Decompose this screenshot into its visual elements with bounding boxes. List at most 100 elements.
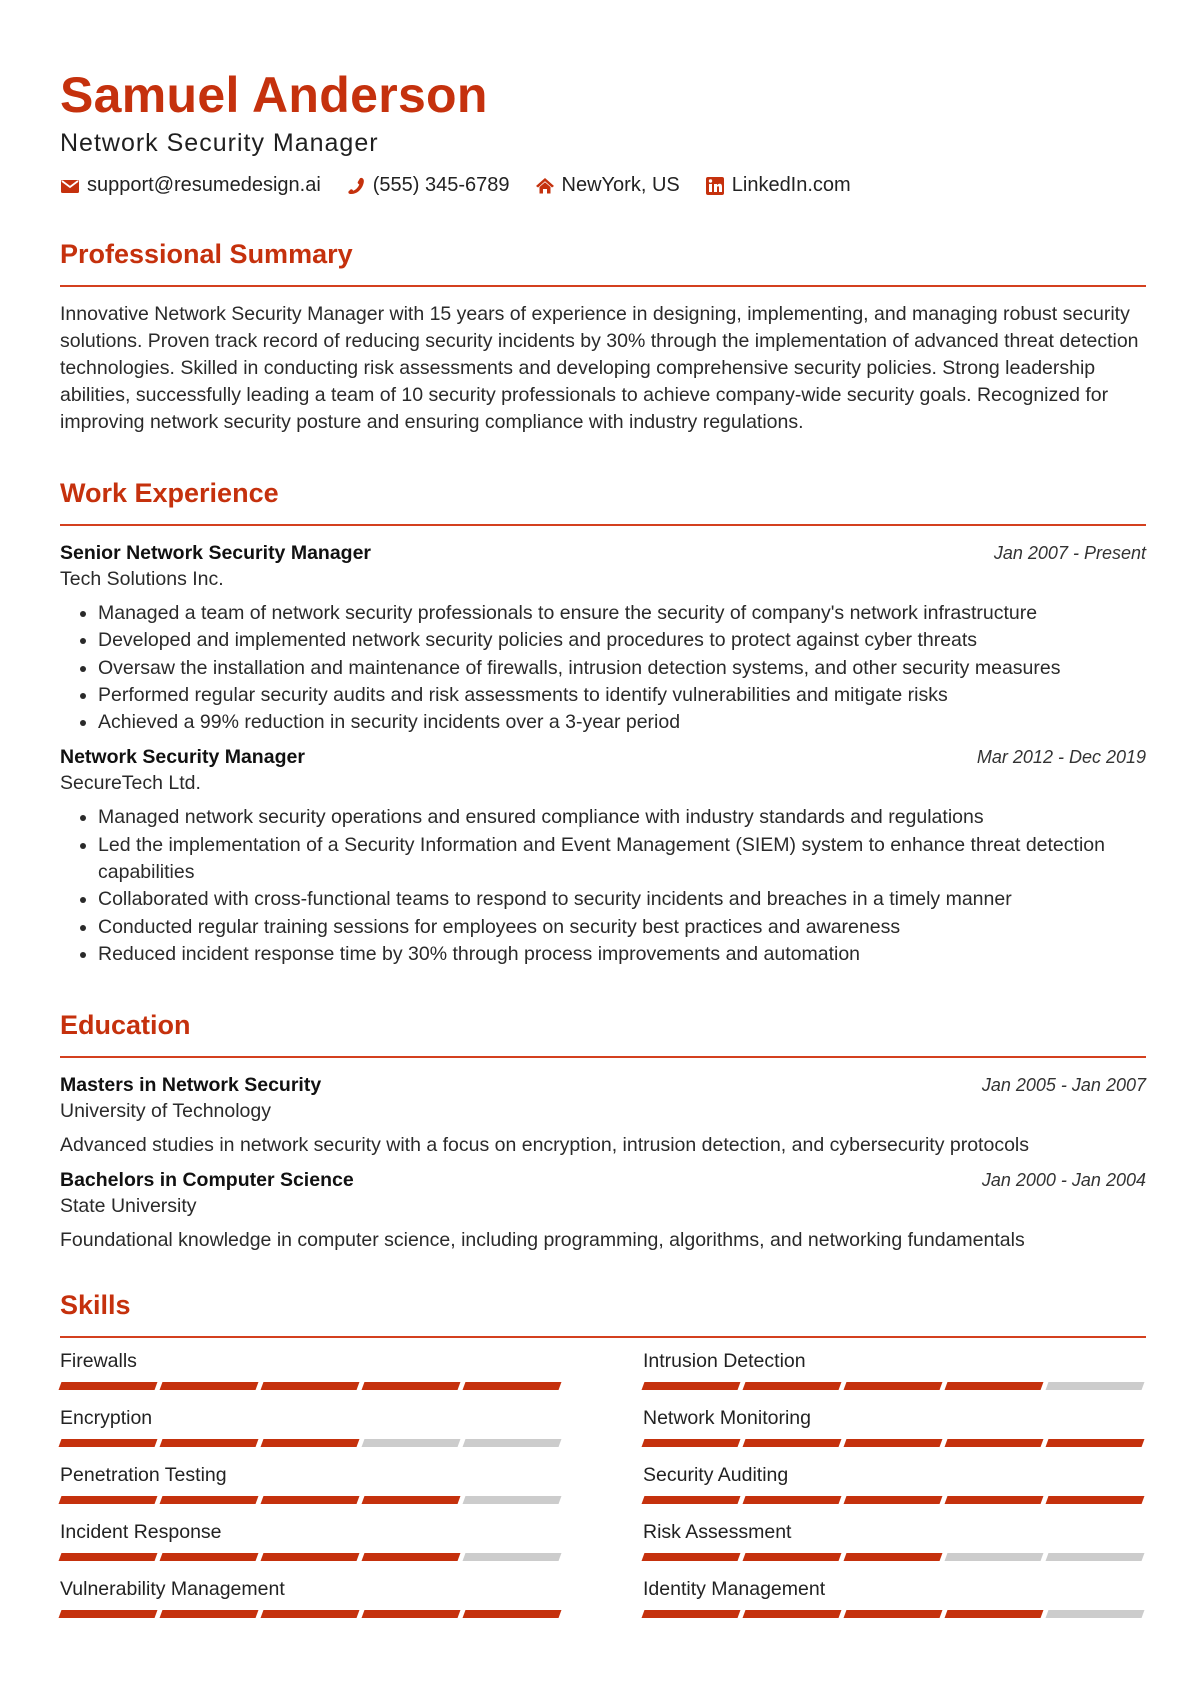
skill-item: Penetration Testing — [58, 1462, 565, 1519]
skill-item: Network Monitoring — [641, 1405, 1148, 1462]
job-bullet: Led the implementation of a Security Inf… — [98, 832, 1146, 887]
education-description: Foundational knowledge in computer scien… — [60, 1229, 1025, 1252]
skill-segment-filled — [1045, 1439, 1145, 1448]
contact-email[interactable]: support@resumedesign.ai — [60, 174, 321, 197]
skill-segment-filled — [641, 1553, 741, 1562]
skill-rating-bar — [58, 1496, 565, 1505]
skill-segment-filled — [58, 1553, 158, 1562]
skill-rating-bar — [58, 1610, 565, 1619]
skill-segment-filled — [361, 1382, 461, 1391]
job-dates: Jan 2007 - Present — [993, 543, 1146, 563]
education-school: University of Technology — [60, 1100, 271, 1123]
skill-segment-filled — [260, 1439, 360, 1448]
job-bullet: Developed and implemented network securi… — [98, 627, 1146, 654]
contact-linkedin-text: LinkedIn.com — [731, 174, 851, 196]
skill-segment-empty — [462, 1553, 562, 1562]
job-entry: Network Security Manager Mar 2012 - Dec … — [60, 744, 1146, 968]
skill-segment-filled — [159, 1382, 259, 1391]
section-divider — [60, 1056, 1146, 1059]
section-title-education: Education — [60, 1010, 191, 1041]
skill-name: Encryption — [60, 1407, 153, 1430]
job-bullets: Managed a team of network security profe… — [60, 600, 1146, 736]
skill-item: Risk Assessment — [641, 1519, 1148, 1576]
skill-segment-filled — [1045, 1496, 1145, 1505]
education-entry: Bachelors in Computer Science Jan 2000 -… — [60, 1167, 1146, 1254]
skill-segment-filled — [361, 1496, 461, 1505]
summary-section: Professional Summary Innovative Network … — [60, 237, 1146, 436]
section-divider — [60, 524, 1146, 526]
skill-segment-filled — [944, 1496, 1044, 1505]
job-bullet: Achieved a 99% reduction in security inc… — [98, 709, 1146, 736]
skill-item: Intrusion Detection — [641, 1348, 1148, 1405]
education-degree: Bachelors in Computer Science — [60, 1169, 354, 1192]
skill-segment-filled — [159, 1496, 259, 1505]
skill-segment-filled — [843, 1382, 943, 1391]
skill-segment-empty — [1045, 1553, 1145, 1562]
summary-text: Innovative Network Security Manager with… — [60, 303, 1139, 433]
skill-segment-filled — [58, 1439, 158, 1448]
skill-rating-bar — [641, 1496, 1148, 1505]
skill-segment-empty — [462, 1496, 562, 1505]
skill-segment-filled — [58, 1382, 158, 1391]
skill-segment-empty — [1045, 1382, 1145, 1391]
job-bullet: Oversaw the installation and maintenance… — [98, 655, 1146, 682]
skill-segment-filled — [159, 1553, 259, 1562]
contact-location-text: NewYork, US — [561, 174, 680, 196]
linkedin-icon — [705, 176, 724, 195]
education-school: State University — [60, 1195, 197, 1218]
education-entry: Masters in Network Security Jan 2005 - J… — [60, 1072, 1146, 1159]
skill-name: Incident Response — [60, 1521, 222, 1544]
skill-name: Vulnerability Management — [60, 1578, 285, 1601]
skill-item: Identity Management — [641, 1576, 1148, 1633]
phone-icon — [348, 177, 364, 194]
skill-segment-filled — [641, 1382, 741, 1391]
job-bullet: Conducted regular training sessions for … — [98, 914, 1146, 941]
job-bullet: Reduced incident response time by 30% th… — [98, 941, 1146, 968]
contact-phone[interactable]: (555) 345-6789 — [346, 174, 510, 197]
job-bullets: Managed network security operations and … — [60, 804, 1146, 968]
skill-segment-filled — [742, 1496, 842, 1505]
skill-segment-filled — [361, 1553, 461, 1562]
skill-rating-bar — [58, 1553, 565, 1562]
skill-segment-filled — [159, 1610, 259, 1619]
skill-segment-filled — [462, 1610, 562, 1619]
skills-grid: Firewalls Intrusion Detection Encryption Ne… — [58, 1348, 1148, 1633]
skill-name: Risk Assessment — [643, 1521, 792, 1544]
job-bullet: Managed network security operations and … — [98, 804, 1146, 831]
candidate-name: Samuel Anderson — [60, 67, 488, 123]
skill-rating-bar — [58, 1382, 565, 1391]
education-section: Education Masters in Network Security Ja… — [60, 1008, 1146, 1254]
skill-segment-filled — [260, 1553, 360, 1562]
skill-segment-filled — [159, 1439, 259, 1448]
contact-bar: support@resumedesign.ai (555) 345-6789 N… — [60, 174, 1146, 197]
skill-segment-empty — [361, 1439, 461, 1448]
skill-segment-filled — [260, 1610, 360, 1619]
skill-segment-filled — [260, 1382, 360, 1391]
job-dates: Mar 2012 - Dec 2019 — [976, 747, 1146, 768]
skill-name: Firewalls — [60, 1350, 137, 1373]
skill-rating-bar — [58, 1439, 565, 1448]
resume-page: Samuel Anderson Network Security Manager… — [0, 0, 1200, 1633]
education-dates: Jan 2000 - Jan 2004 — [981, 1170, 1146, 1191]
skill-segment-filled — [843, 1610, 943, 1619]
job-company: SecureTech Ltd. — [60, 772, 201, 795]
contact-linkedin[interactable]: LinkedIn.com — [705, 174, 851, 197]
skill-segment-empty — [462, 1439, 562, 1448]
skill-name: Security Auditing — [643, 1464, 789, 1487]
skill-segment-filled — [641, 1439, 741, 1448]
job-company: Tech Solutions Inc. — [60, 568, 224, 590]
job-bullet: Collaborated with cross-functional teams… — [98, 886, 1146, 913]
job-role: Senior Network Security Manager — [60, 542, 372, 564]
contact-phone-text: (555) 345-6789 — [372, 174, 510, 196]
skill-name: Network Monitoring — [643, 1407, 811, 1430]
skill-segment-filled — [260, 1496, 360, 1505]
skill-name: Identity Management — [643, 1578, 826, 1601]
skill-segment-filled — [944, 1439, 1044, 1448]
skill-item: Firewalls — [58, 1348, 565, 1405]
skill-segment-filled — [462, 1382, 562, 1391]
skill-rating-bar — [641, 1382, 1148, 1391]
job-role: Network Security Manager — [60, 746, 305, 769]
job-bullet: Managed a team of network security profe… — [98, 600, 1146, 627]
skill-segment-filled — [361, 1610, 461, 1619]
skills-section: Skills Firewalls Intrusion Detection Encry… — [58, 1288, 1148, 1633]
